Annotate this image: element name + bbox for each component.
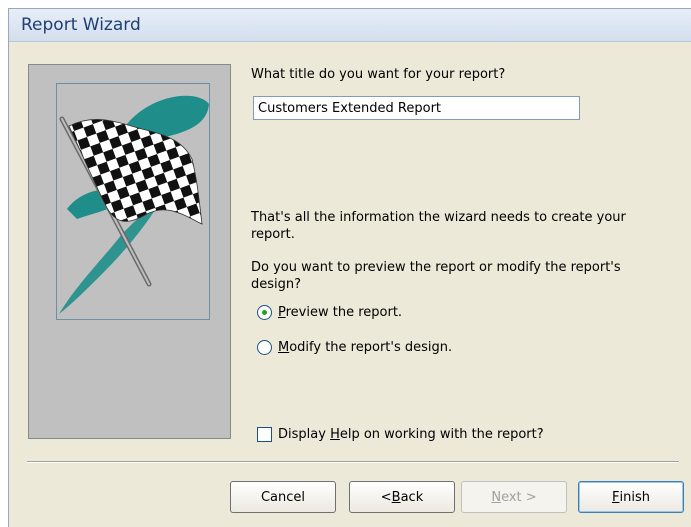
wizard-illustration-panel — [28, 64, 231, 439]
preview-option-label: Preview the report. — [278, 305, 403, 320]
radio-selected-dot — [262, 310, 267, 315]
preview-radio[interactable] — [257, 305, 272, 320]
report-title-input[interactable] — [253, 96, 580, 120]
back-button[interactable]: < Back — [349, 481, 455, 513]
window-title: Report Wizard — [21, 15, 141, 35]
modify-option-label: Modify the report's design. — [278, 340, 453, 355]
modify-design-option[interactable]: Modify the report's design. — [257, 340, 452, 355]
report-wizard-window: Report Wizard What title do you want for… — [8, 8, 691, 527]
illustration-frame — [56, 83, 210, 320]
next-button[interactable]: Next > — [461, 481, 567, 513]
display-help-checkbox[interactable] — [257, 427, 272, 442]
cancel-button[interactable]: Cancel — [230, 481, 336, 513]
info-text: That's all the information the wizard ne… — [251, 210, 626, 242]
finish-button[interactable]: Finish — [578, 481, 684, 513]
title-question: What title do you want for your report? — [251, 67, 506, 82]
display-help-label: Display Help on working with the report? — [278, 427, 544, 442]
checkered-flag-icon — [59, 95, 209, 314]
title-bar: Report Wizard — [9, 9, 691, 42]
preview-report-option[interactable]: Preview the report. — [257, 305, 402, 320]
button-separator — [27, 461, 679, 463]
modify-radio[interactable] — [257, 340, 272, 355]
display-help-option[interactable]: Display Help on working with the report? — [257, 427, 544, 442]
preview-question: Do you want to preview the report or mod… — [251, 260, 621, 292]
